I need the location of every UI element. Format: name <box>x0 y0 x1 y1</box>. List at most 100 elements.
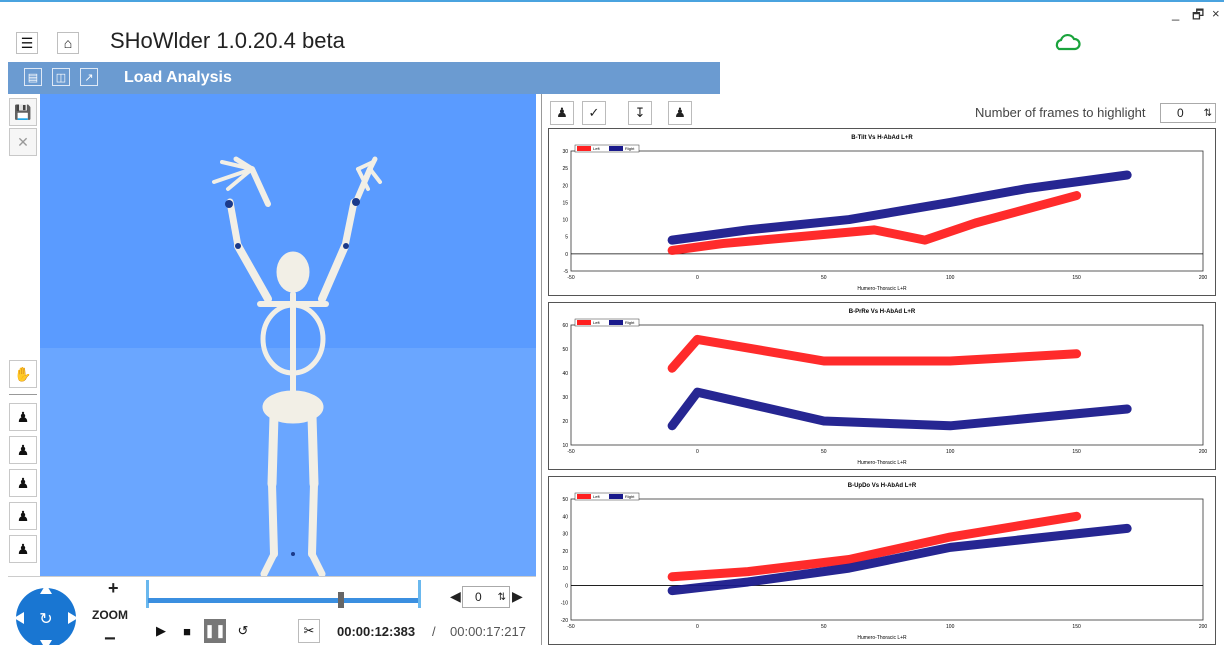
series-line-right <box>667 170 1132 245</box>
navigation-pad[interactable]: ↻ <box>10 580 82 650</box>
timeline-slider[interactable] <box>148 598 420 603</box>
series-line-left <box>667 191 1082 255</box>
timeline-thumb[interactable] <box>338 592 345 608</box>
x-tick-label: 100 <box>946 624 955 630</box>
legend-label: Right <box>625 494 635 499</box>
y-tick-label: 0 <box>565 583 568 589</box>
x-tick-label: 100 <box>946 449 955 455</box>
legend-swatch <box>609 320 623 325</box>
legend-swatch <box>577 320 591 325</box>
cut-button[interactable]: ✂ <box>298 619 320 643</box>
y-tick-label: 20 <box>562 549 568 555</box>
highlight-frames-stepper[interactable]: 0 ⇅ <box>1160 103 1216 123</box>
minimize-button[interactable]: _ <box>1172 6 1179 21</box>
skeleton-viewport[interactable] <box>40 94 536 576</box>
chart-title: B-Tilt Vs H-AbAd L+R <box>851 135 913 141</box>
current-time: 00:00:12:383 <box>337 624 416 639</box>
legend-label: Right <box>625 146 635 151</box>
timeline-end-marker <box>418 580 421 608</box>
x-tick-label: 150 <box>1072 275 1081 281</box>
frame-next-button[interactable]: ▶ <box>512 588 523 605</box>
legend-swatch <box>609 494 623 499</box>
total-time: 00:00:17:217 <box>450 624 526 639</box>
y-tick-label: 25 <box>562 166 568 172</box>
hamburger-icon: ☰ <box>20 34 34 51</box>
body-arms-icon[interactable]: ♟ <box>9 502 37 530</box>
x-tick-label: 200 <box>1199 275 1208 281</box>
y-tick-label: 30 <box>562 395 568 401</box>
y-tick-label: 50 <box>562 347 568 353</box>
series-line-right <box>667 387 1132 431</box>
body-front-icon[interactable]: ♟ <box>9 403 37 431</box>
cloud-icon[interactable] <box>1052 30 1082 54</box>
y-tick-label: 10 <box>562 218 568 224</box>
hand-icon[interactable]: ✋ <box>9 360 37 388</box>
restore-button[interactable]: 🗗 <box>1192 6 1204 28</box>
panel-icon[interactable]: ▤ <box>24 68 42 86</box>
x-tick-label: 200 <box>1199 624 1208 630</box>
close-icon[interactable]: ✕ <box>9 128 37 156</box>
highlight-label: Number of frames to highlight <box>975 105 1146 120</box>
y-tick-label: 0 <box>565 252 568 258</box>
y-tick-label: -5 <box>564 269 569 275</box>
zoom-out-button[interactable]: − <box>104 628 116 651</box>
play-button[interactable]: ▶ <box>150 619 172 643</box>
legend-swatch <box>609 146 623 151</box>
x-tick-label: 150 <box>1072 624 1081 630</box>
home-button[interactable]: ⌂ <box>57 32 79 54</box>
x-axis-label: Humero-Thoracic L+R <box>857 286 907 292</box>
body-side-icon[interactable]: ♟ <box>9 436 37 464</box>
x-tick-label: 150 <box>1072 449 1081 455</box>
y-tick-label: 40 <box>562 514 568 520</box>
body-stand-icon[interactable]: ♟ <box>9 535 37 563</box>
y-tick-label: 30 <box>562 149 568 155</box>
save-icon[interactable]: 💾 <box>9 98 37 126</box>
download-icon[interactable]: ↧ <box>628 101 652 125</box>
left-toolbar: 💾 ✕ <box>9 98 39 158</box>
loop-icon: ↺ <box>237 623 249 638</box>
close-window-button[interactable]: × <box>1212 6 1220 21</box>
pause-button[interactable]: ❚❚ <box>204 619 226 643</box>
person-icon[interactable]: ♟ <box>550 101 574 125</box>
x-axis-label: Humero-Thoracic L+R <box>857 635 907 641</box>
skeleton-model <box>212 156 382 576</box>
chart-tilt: B-Tilt Vs H-AbAd L+R -50 0 50 100 150 200 -5 0 5 1… <box>548 128 1216 296</box>
chart-title: B-PrRe Vs H-AbAd L+R <box>849 309 916 315</box>
x-tick-label: 200 <box>1199 449 1208 455</box>
frame-stepper[interactable]: 0 ⇅ <box>462 586 510 608</box>
module-header: ▤ ◫ ↗ Load Analysis <box>8 62 720 94</box>
y-tick-label: 15 <box>562 200 568 206</box>
series-line-right <box>667 523 1132 596</box>
x-tick-label: 50 <box>821 275 827 281</box>
frame-value: 0 <box>475 590 482 604</box>
x-tick-label: -50 <box>567 624 574 630</box>
export-icon[interactable]: ◫ <box>52 68 70 86</box>
loop-button[interactable]: ↺ <box>232 619 254 643</box>
y-tick-label: -10 <box>561 601 568 607</box>
series-line-left <box>667 511 1082 582</box>
chart-updo: B-UpDo Vs H-AbAd L+R -50 0 50 100 150 200 -20 -1… <box>548 476 1216 645</box>
menu-button[interactable]: ☰ <box>16 32 38 54</box>
frame-prev-button[interactable]: ◀ <box>450 588 461 605</box>
highlight-value: 0 <box>1177 106 1184 120</box>
stepper-arrows-icon[interactable]: ⇅ <box>1204 108 1212 119</box>
x-tick-label: -50 <box>567 275 574 281</box>
legend-label: Left <box>593 146 601 151</box>
x-tick-label: 100 <box>946 275 955 281</box>
stepper-arrows-icon[interactable]: ⇅ <box>498 592 506 603</box>
svg-text:↻: ↻ <box>39 609 52 628</box>
series-line-left <box>667 334 1082 373</box>
body-walk-icon[interactable]: ♟ <box>9 469 37 497</box>
y-tick-label: 40 <box>562 371 568 377</box>
person-frame-icon[interactable]: ♟ <box>668 101 692 125</box>
y-tick-label: 50 <box>562 497 568 503</box>
zoom-in-button[interactable]: + <box>108 578 119 599</box>
stop-button[interactable]: ■ <box>176 619 198 643</box>
legend-swatch <box>577 494 591 499</box>
chart-updo-svg: B-UpDo Vs H-AbAd L+R-50 0 50 100 150 200-20-1… <box>561 483 1208 641</box>
external-link-icon[interactable]: ↗ <box>80 68 98 86</box>
eraser-icon[interactable]: ✓ <box>582 101 606 125</box>
view-toolbar: ✋ ♟ ♟ ♟ ♟ ♟ <box>9 360 39 565</box>
x-tick-label: -50 <box>567 449 574 455</box>
legend-swatch <box>577 146 591 151</box>
